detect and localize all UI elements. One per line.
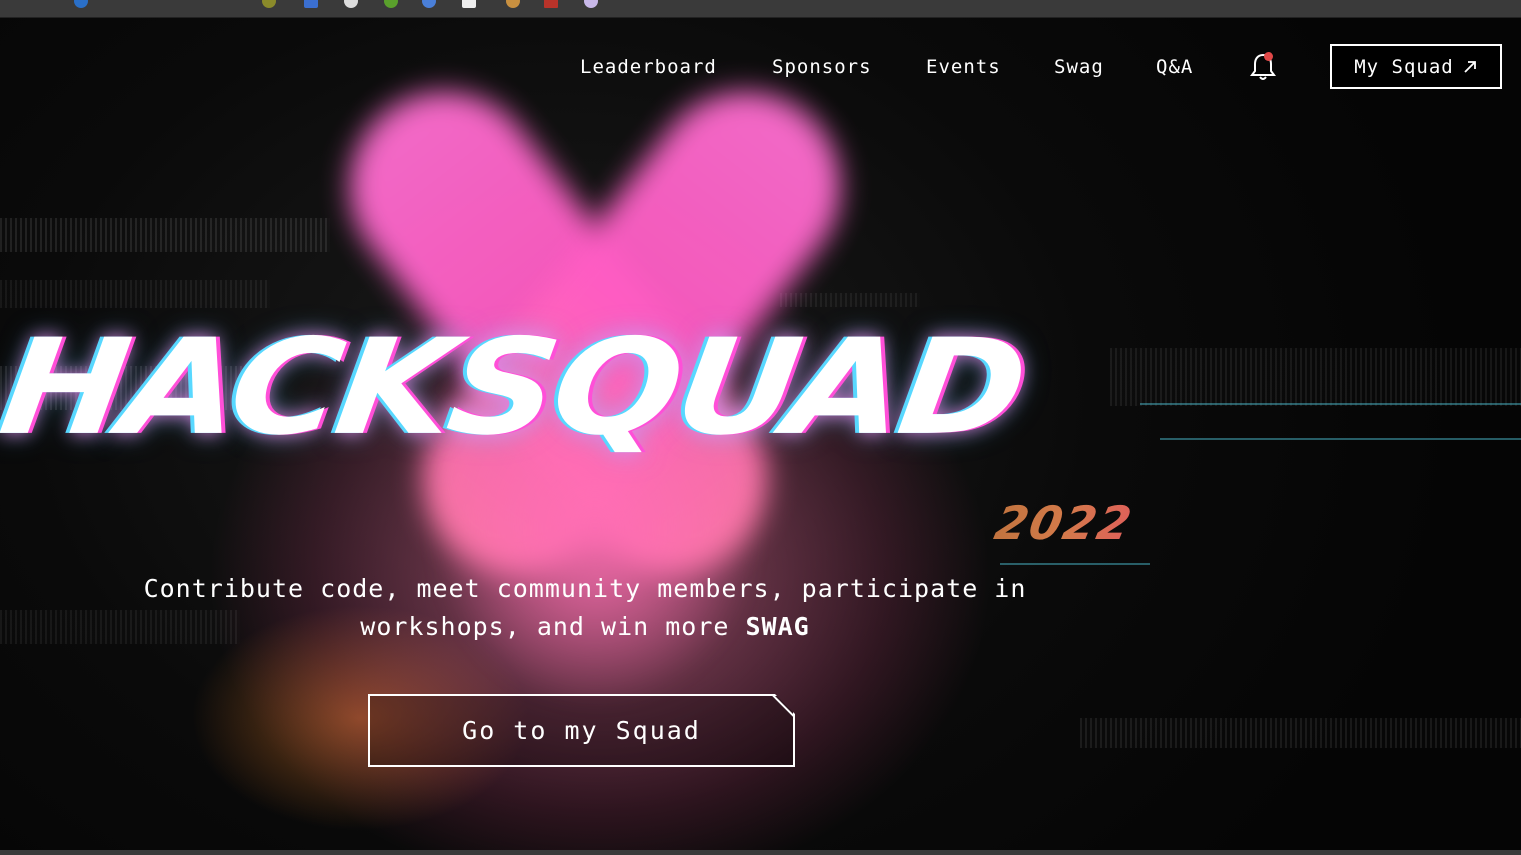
my-squad-button[interactable]: My Squad bbox=[1330, 44, 1502, 89]
nav-link-swag[interactable]: Swag bbox=[1054, 56, 1104, 78]
hero-subtitle: Contribute code, meet community members,… bbox=[140, 570, 1030, 646]
hero-year: 2022 bbox=[990, 496, 1138, 550]
notification-dot bbox=[1264, 52, 1273, 61]
subtitle-line-1: Contribute code, meet community members,… bbox=[143, 574, 1027, 603]
bookmark-icon[interactable] bbox=[304, 0, 318, 8]
top-navigation: Leaderboard Sponsors Events Swag Q&A bbox=[0, 44, 1521, 90]
bookmark-icon[interactable] bbox=[544, 0, 558, 8]
glitch-band bbox=[780, 293, 920, 307]
glitch-band bbox=[0, 218, 330, 252]
glitch-band bbox=[1080, 718, 1521, 748]
bookmark-icon[interactable] bbox=[262, 0, 276, 8]
bell-icon[interactable] bbox=[1248, 50, 1278, 82]
glitch-line bbox=[1160, 438, 1521, 440]
hero-title: HACKSQUAD bbox=[0, 311, 1033, 465]
glitch-line bbox=[1140, 403, 1521, 405]
bookmark-icon[interactable] bbox=[344, 0, 358, 8]
glitch-band bbox=[0, 280, 270, 308]
arrow-up-right-icon bbox=[1464, 60, 1476, 73]
cta-label: Go to my Squad bbox=[462, 716, 701, 745]
browser-bookmark-strip bbox=[0, 0, 1521, 18]
go-to-my-squad-button[interactable]: Go to my Squad bbox=[368, 694, 795, 767]
my-squad-label: My Squad bbox=[1354, 55, 1454, 78]
glitch-band bbox=[1110, 348, 1521, 406]
bookmark-icon[interactable] bbox=[462, 0, 476, 8]
glitch-line bbox=[1000, 563, 1150, 565]
subtitle-swag-emphasis: SWAG bbox=[745, 612, 810, 641]
nav-link-events[interactable]: Events bbox=[926, 56, 1001, 78]
bookmark-icon[interactable] bbox=[74, 0, 88, 8]
nav-link-sponsors[interactable]: Sponsors bbox=[772, 56, 872, 78]
subtitle-line-2-text: workshops, and win more bbox=[360, 612, 746, 641]
bookmark-icon[interactable] bbox=[422, 0, 436, 8]
window-bottom-edge bbox=[0, 850, 1521, 855]
bookmark-icon[interactable] bbox=[584, 0, 598, 8]
subtitle-line-2: workshops, and win more SWAG bbox=[140, 608, 1030, 646]
nav-link-qa[interactable]: Q&A bbox=[1156, 56, 1193, 78]
bookmark-icon[interactable] bbox=[384, 0, 398, 8]
bell-icon-graphic bbox=[1250, 53, 1276, 80]
nav-link-leaderboard[interactable]: Leaderboard bbox=[580, 56, 717, 78]
bookmark-icon[interactable] bbox=[506, 0, 520, 8]
